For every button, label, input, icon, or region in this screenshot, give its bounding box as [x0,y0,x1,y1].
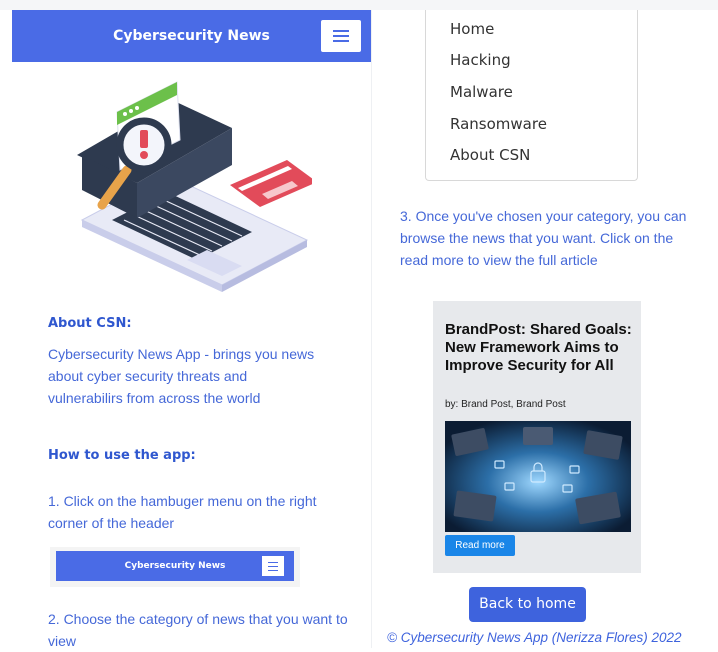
app-preview-panel: Cybersecurity News About CSN: Cybersecur… [12,10,372,649]
menu-item-about-csn[interactable]: About CSN [450,146,530,164]
menu-item-malware[interactable]: Malware [450,83,513,101]
category-dropdown-menu: Home Hacking Malware Ransomware About CS… [425,10,638,181]
mini-hamburger-icon [262,556,284,576]
about-heading: About CSN: [48,316,132,331]
news-card: BrandPost: Shared Goals: New Framework A… [433,301,641,573]
menu-item-ransomware[interactable]: Ransomware [450,115,547,133]
hamburger-menu-button[interactable] [321,20,361,52]
about-text: Cybersecurity News App - brings you news… [48,346,315,406]
step-1-text: 1. Click on the hambuger menu on the rig… [48,493,317,531]
back-to-home-button[interactable]: Back to home [469,587,586,622]
mini-header: Cybersecurity News [56,551,294,581]
footer-copyright: © Cybersecurity News App (Nerizza Flores… [387,630,682,645]
step-2-text: 2. Choose the category of news that you … [48,611,348,649]
mini-header-title: Cybersecurity News [124,561,226,571]
read-more-button[interactable]: Read more [445,535,515,556]
news-card-title: BrandPost: Shared Goals: New Framework A… [445,321,632,374]
news-card-byline: by: Brand Post, Brand Post [445,399,566,410]
header-example-image: Cybersecurity News [50,547,300,587]
security-laptop-illustration [77,81,312,292]
menu-item-hacking[interactable]: Hacking [450,51,511,69]
step-3-text: 3. Once you've chosen your category, you… [400,208,687,268]
app-title: Cybersecurity News [113,28,270,44]
menu-item-home[interactable]: Home [450,20,494,38]
news-card-image [445,421,631,532]
top-strip [0,0,718,10]
app-header: Cybersecurity News [12,10,371,62]
howto-heading: How to use the app: [48,448,196,463]
